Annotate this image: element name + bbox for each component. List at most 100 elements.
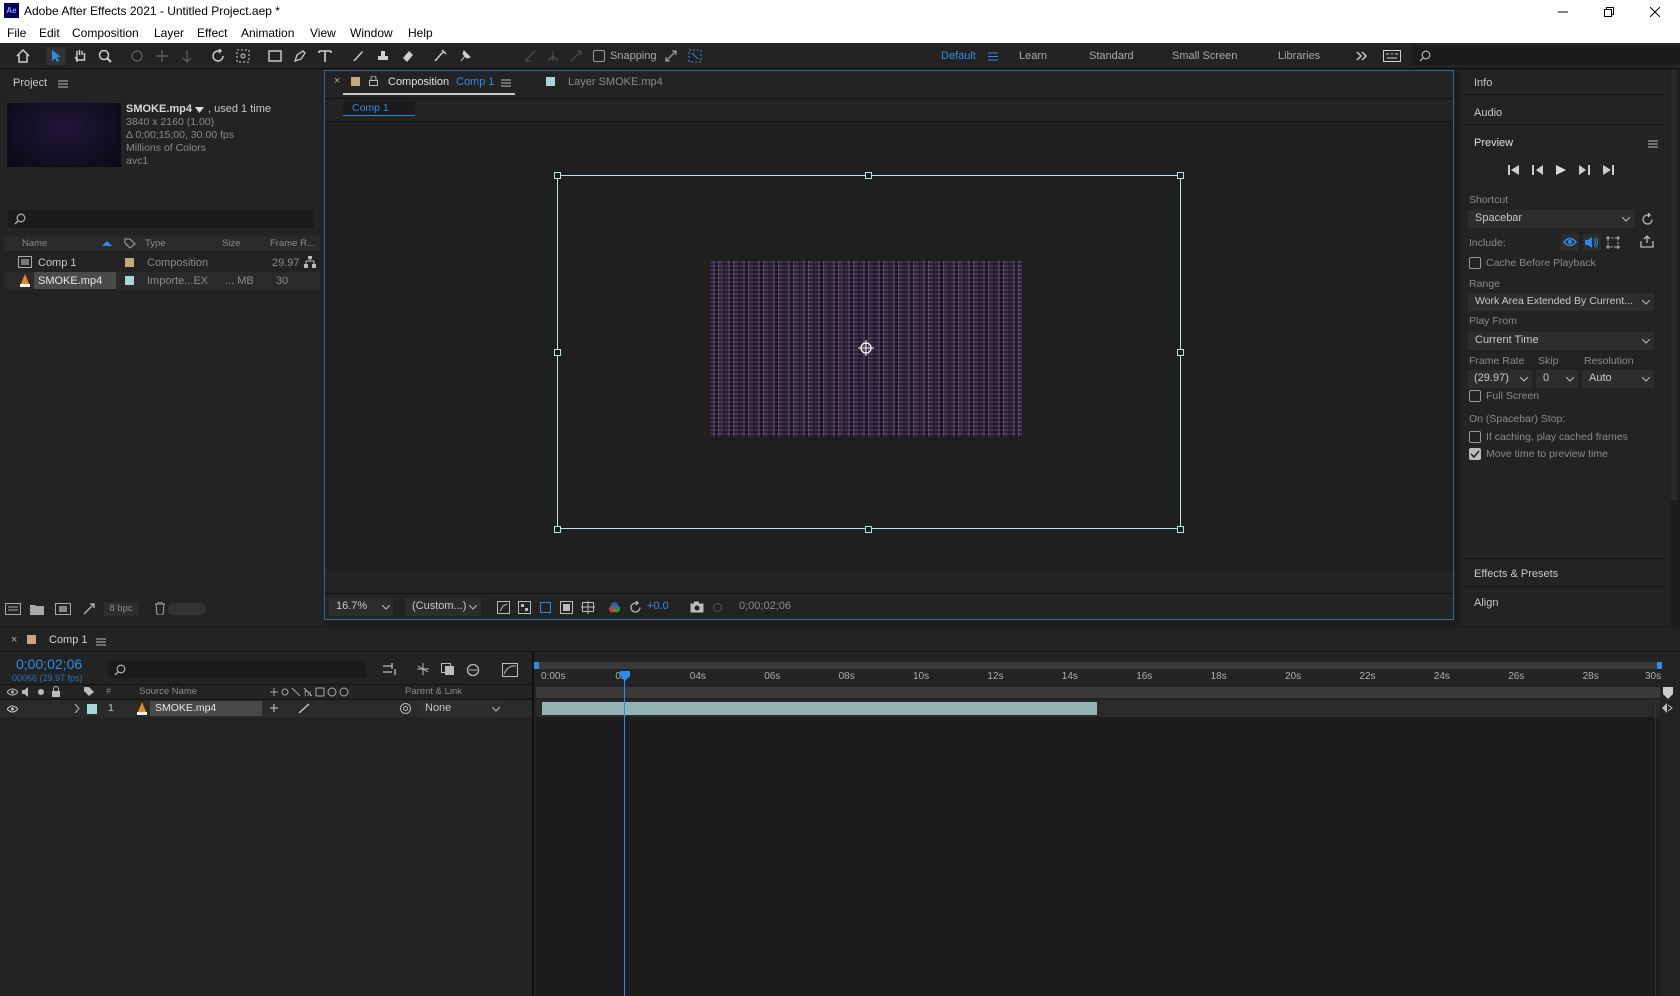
roto-brush-tool-icon[interactable] [430, 47, 450, 65]
composition-mini-flowchart-icon[interactable] [382, 663, 398, 676]
list-item[interactable]: SMOKE.mp4 Importe...EX ... MB 30 [4, 272, 320, 289]
selection-tool-icon[interactable] [46, 47, 66, 65]
lock-icon[interactable] [51, 686, 61, 697]
snapping-checkbox[interactable] [593, 50, 605, 62]
menu-composition[interactable]: Composition [72, 26, 139, 40]
more-workspaces-icon[interactable] [1352, 47, 1372, 65]
label-tag-icon[interactable] [83, 686, 95, 697]
edge-handle[interactable] [865, 526, 872, 533]
full-screen-checkbox[interactable] [1469, 390, 1481, 402]
work-area-range[interactable] [536, 687, 1660, 698]
previous-frame-icon[interactable] [1532, 165, 1544, 175]
tab-menu-icon[interactable] [501, 79, 511, 87]
corner-handle[interactable] [1177, 526, 1184, 533]
include-video-toggle[interactable] [1561, 234, 1579, 251]
corner-handle[interactable] [1177, 172, 1184, 179]
restore-button[interactable] [1586, 0, 1632, 23]
workspace-default[interactable]: Default [941, 50, 976, 62]
right-panel-scrollbar[interactable] [1671, 70, 1677, 500]
parent-dropdown[interactable]: None [418, 700, 502, 717]
puppet-pin-tool-icon[interactable] [455, 47, 475, 65]
color-channels-icon[interactable] [608, 601, 621, 614]
audio-panel-title[interactable]: Audio [1474, 107, 1502, 119]
bit-depth-button[interactable]: 8 bpc [104, 602, 138, 616]
dolly-camera-icon[interactable] [177, 47, 197, 65]
info-panel-title[interactable]: Info [1474, 77, 1492, 89]
axis-view-icon[interactable] [566, 47, 586, 65]
work-area-start-handle[interactable] [534, 662, 539, 669]
col-name[interactable]: Name [22, 238, 47, 249]
time-ruler[interactable]: 0:00s 02 04s 06s 08s 10s 12s 14s 16s 18s… [534, 662, 1662, 684]
tab-composition-prefix[interactable]: Composition [388, 76, 449, 88]
pen-tool-icon[interactable] [290, 47, 310, 65]
shortcut-dropdown[interactable]: Spacebar [1468, 210, 1634, 228]
snapshot-camera-icon[interactable] [690, 601, 704, 613]
fast-previews-icon[interactable] [497, 601, 510, 614]
workspace-libraries[interactable]: Libraries [1278, 50, 1320, 62]
interpret-footage-icon[interactable] [5, 603, 21, 615]
close-tab-icon[interactable]: × [334, 75, 340, 87]
axis-world-icon[interactable] [543, 47, 563, 65]
pick-whip-icon[interactable] [399, 702, 412, 715]
label-swatch[interactable] [125, 258, 134, 267]
graph-editor-icon[interactable] [502, 663, 518, 677]
show-snapshot-icon[interactable] [711, 601, 724, 614]
menu-layer[interactable]: Layer [154, 26, 184, 40]
preview-panel-title[interactable]: Preview [1474, 137, 1513, 149]
workspace-standard[interactable]: Standard [1089, 50, 1134, 62]
last-frame-icon[interactable] [1602, 165, 1614, 175]
edge-handle[interactable] [865, 172, 872, 179]
zoom-tool-icon[interactable] [95, 47, 115, 65]
new-folder-icon[interactable] [30, 603, 44, 615]
play-from-dropdown[interactable]: Current Time [1468, 332, 1654, 350]
grid-guides-icon[interactable] [581, 601, 595, 614]
solo-icon[interactable] [37, 688, 45, 696]
list-item[interactable]: Comp 1 Composition 29.97 [4, 254, 320, 271]
work-area-end-handle[interactable] [1657, 662, 1662, 669]
timeline-search-input[interactable] [108, 661, 366, 678]
menu-effect[interactable]: Effect [197, 26, 227, 40]
align-panel-title[interactable]: Align [1474, 597, 1498, 609]
quality-switch-icon[interactable] [298, 703, 310, 714]
menu-file[interactable]: File [7, 26, 26, 40]
corner-handle[interactable] [554, 172, 561, 179]
usage-dropdown-icon[interactable] [195, 107, 204, 113]
region-of-interest-icon[interactable] [560, 601, 573, 614]
eraser-tool-icon[interactable] [398, 47, 418, 65]
menu-view[interactable]: View [310, 26, 336, 40]
exposure-value[interactable]: +0.0 [647, 600, 669, 612]
playhead[interactable] [619, 671, 630, 996]
draft-3d-icon[interactable] [415, 663, 431, 676]
clone-stamp-tool-icon[interactable] [373, 47, 393, 65]
range-dropdown[interactable]: Work Area Extended By Current... [1468, 293, 1654, 311]
chevron-right-icon[interactable] [74, 704, 80, 713]
move-time-checkbox[interactable] [1469, 448, 1481, 460]
cache-before-playback-checkbox[interactable] [1469, 257, 1481, 269]
minimize-button[interactable] [1540, 0, 1586, 23]
breadcrumb[interactable]: Comp 1 [343, 101, 415, 116]
col-frame-rate[interactable]: Frame R... [270, 238, 315, 249]
orbit-camera-icon[interactable] [127, 47, 147, 65]
project-settings-icon[interactable] [82, 602, 96, 616]
hand-tool-icon[interactable] [70, 47, 90, 65]
snap-edges-icon[interactable] [661, 47, 681, 65]
flowchart-icon[interactable] [304, 256, 316, 268]
if-caching-checkbox[interactable] [1469, 431, 1481, 443]
type-tool-icon[interactable] [315, 47, 335, 65]
tab-menu-icon[interactable] [96, 638, 106, 646]
panel-menu-icon[interactable] [58, 80, 68, 88]
col-type[interactable]: Type [145, 238, 166, 249]
effects-presets-panel-title[interactable]: Effects & Presets [1474, 568, 1558, 580]
anchor-point-icon[interactable] [858, 340, 874, 356]
col-source-name[interactable]: Source Name [139, 686, 197, 697]
edge-handle[interactable] [554, 349, 561, 356]
workspace-menu-icon[interactable] [988, 52, 998, 61]
close-tab-icon[interactable]: × [11, 634, 17, 646]
tab-composition-name[interactable]: Comp 1 [456, 76, 495, 88]
new-composition-icon[interactable] [55, 603, 71, 615]
menu-animation[interactable]: Animation [241, 26, 294, 40]
workspace-small-screen[interactable]: Small Screen [1172, 50, 1237, 62]
menu-help[interactable]: Help [408, 26, 433, 40]
timeline-tab[interactable]: Comp 1 [49, 634, 88, 646]
label-swatch[interactable] [87, 704, 97, 714]
